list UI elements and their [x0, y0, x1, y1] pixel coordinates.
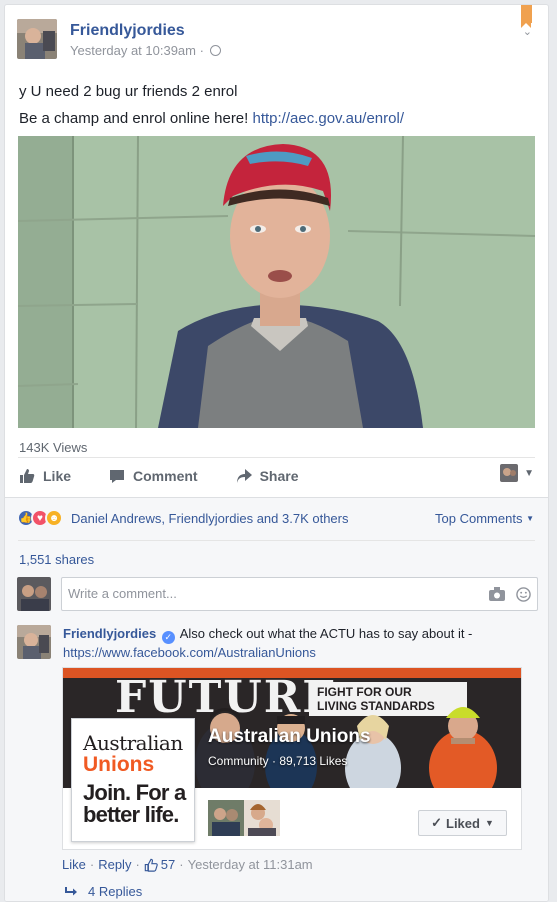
comment-placeholder: Write a comment... [68, 586, 177, 601]
video-player[interactable] [18, 136, 535, 428]
comment-button[interactable]: Comment [109, 468, 198, 484]
friend-avatar[interactable] [208, 800, 244, 836]
comment-icon [110, 470, 125, 483]
comment-item: Friendlyjordies ✓ Also check out what th… [17, 625, 523, 661]
like-button[interactable]: Like [19, 468, 71, 484]
logo-line-australian: Australian [83, 731, 183, 755]
video-views: 143K Views [19, 440, 88, 455]
post-as-selector[interactable]: ▼ [500, 464, 534, 482]
comment-input[interactable]: Write a comment... [61, 577, 538, 611]
post-options-chevron-icon[interactable]: ⌄ [523, 25, 532, 38]
reactions-summary[interactable]: 👍 ♥ ☻ Daniel Andrews, Friendlyjordies an… [17, 509, 348, 527]
camera-icon[interactable] [489, 587, 505, 601]
post-timestamp[interactable]: Yesterday at 10:39am [70, 43, 196, 58]
emoji-icon[interactable] [516, 587, 531, 602]
cover-fight-line2: LIVING STANDARDS [317, 699, 435, 713]
post-text: y U need 2 bug ur friends 2 enrol Be a c… [19, 78, 404, 132]
divider [5, 497, 548, 498]
bookmark-ribbon-icon[interactable] [521, 5, 532, 28]
liked-label: Liked [446, 815, 480, 831]
video-frame [18, 136, 535, 428]
post-text-line1: y U need 2 bug ur friends 2 enrol [19, 83, 238, 100]
caret-down-icon: ▼ [484, 818, 494, 828]
comment-author-link[interactable]: Friendlyjordies [63, 626, 156, 641]
australian-unions-logo[interactable]: Australian Unions Join. For a better lif… [71, 718, 195, 842]
page-name-link[interactable]: Friendlyjordies [70, 22, 221, 40]
preview-title[interactable]: Australian Unions [208, 726, 371, 748]
liked-button[interactable]: ✓ Liked ▼ [418, 810, 507, 836]
comment-link[interactable]: https://www.facebook.com/AustralianUnion… [63, 645, 316, 660]
share-button[interactable]: Share [236, 468, 299, 484]
page-avatar[interactable] [17, 19, 57, 59]
like-label: Like [43, 468, 72, 484]
comment-like-link[interactable]: Like [62, 857, 86, 872]
dot-separator: · [179, 857, 184, 872]
comment-actions: Like · Reply · 57 · Yesterday at 11:31am [62, 857, 313, 872]
thumbs-up-outline-icon [144, 858, 158, 872]
dot-separator: · [135, 857, 140, 872]
logo-line-unions: Unions [83, 753, 155, 776]
enrol-link[interactable]: http://aec.gov.au/enrol/ [253, 110, 405, 127]
post-card: ⌄ Friendlyjordies Yesterday at 10:39am ·… [4, 4, 549, 902]
checkmark-icon: ✓ [431, 815, 442, 830]
meta-separator: · [196, 43, 208, 58]
replies-count: 4 Replies [88, 884, 143, 899]
friends-who-like [208, 800, 280, 836]
comment-label: Comment [133, 468, 198, 484]
comment-text: Also check out what the ACTU has to say … [179, 626, 473, 641]
post-text-line2: Be a champ and enrol online here! [19, 110, 253, 127]
haha-reaction-icon: ☻ [45, 509, 63, 527]
shares-count[interactable]: 1,551 shares [19, 552, 94, 567]
post-header: Friendlyjordies Yesterday at 10:39am · [17, 19, 221, 59]
friend-avatar[interactable] [244, 800, 280, 836]
link-preview-card[interactable]: FUTURE FIGHT FOR OUR LIVING STANDARDS Au… [62, 667, 522, 850]
preview-subtitle: Community · 89,713 Likes [208, 754, 348, 768]
divider [18, 457, 535, 458]
share-arrow-icon [236, 469, 252, 483]
reply-arrow-icon [65, 886, 77, 895]
dot-separator: · [89, 857, 95, 872]
verified-badge-icon: ✓ [161, 631, 175, 644]
reactions-text: Daniel Andrews, Friendlyjordies and 3.7K… [71, 510, 349, 526]
cover-fight-line1: FIGHT FOR OUR [317, 685, 412, 699]
share-label: Share [259, 468, 299, 484]
comment-like-count[interactable]: 57 [161, 857, 175, 872]
globe-icon [209, 45, 221, 56]
post-actions: Like Comment Share [19, 466, 337, 486]
commenter-avatar[interactable] [17, 625, 51, 659]
logo-line-join: Join. For a [83, 780, 186, 805]
top-comments-dropdown[interactable]: Top Comments ▼ [435, 511, 534, 526]
user-avatar [17, 577, 51, 611]
comment-composer: Write a comment... [17, 577, 538, 611]
comment-timestamp[interactable]: Yesterday at 11:31am [188, 857, 313, 872]
comment-reply-link[interactable]: Reply [98, 857, 131, 872]
caret-down-icon: ▼ [524, 467, 534, 479]
caret-down-icon: ▼ [526, 514, 534, 523]
actor-avatar [500, 464, 519, 482]
top-comments-label: Top Comments [435, 511, 523, 526]
logo-line-better-life: better life. [83, 802, 179, 827]
divider [18, 540, 535, 541]
thumbs-up-icon [20, 469, 35, 483]
view-replies-link[interactable]: 4 Replies [65, 884, 142, 899]
